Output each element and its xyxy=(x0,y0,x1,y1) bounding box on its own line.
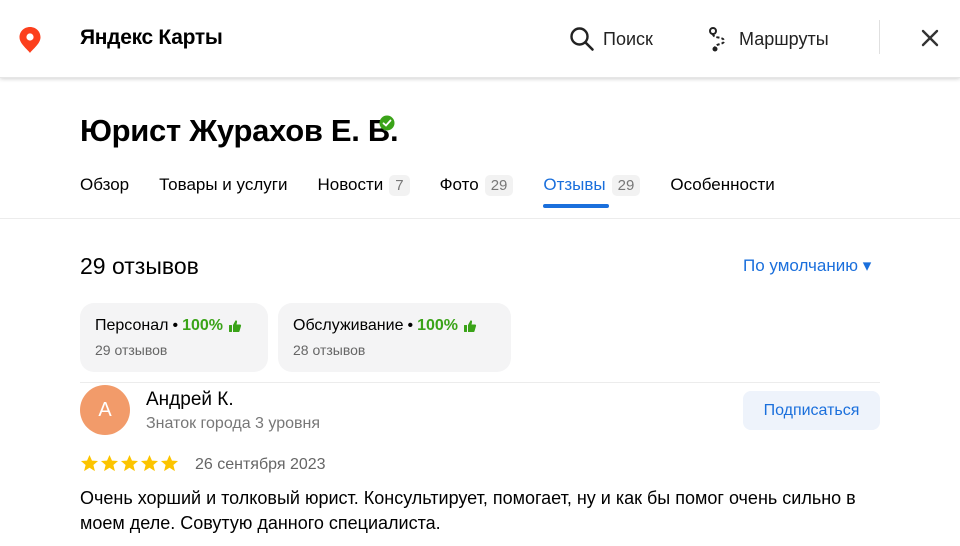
routes-label: Маршруты xyxy=(739,28,829,49)
sort-dropdown[interactable]: По умолчанию ▾ xyxy=(743,256,871,276)
aspect-line: Обслуживание • 100% xyxy=(293,317,496,335)
tab-label: Новости xyxy=(317,175,384,194)
subscribe-button[interactable]: Подписаться xyxy=(743,391,880,430)
verified-badge-icon xyxy=(379,115,395,131)
header-divider xyxy=(879,20,880,54)
search-label: Поиск xyxy=(603,28,653,49)
tab-photos[interactable]: Фото 29 xyxy=(440,171,514,199)
organization-title: Юрист Журахов Е. В. xyxy=(80,113,399,148)
map-pin-logo-icon[interactable] xyxy=(18,26,42,54)
tabs-bar: Обзор Товары и услуги Новости 7 Фото 29 … xyxy=(80,170,805,208)
review-text: Очень хорший и толковый юрист. Консульти… xyxy=(80,488,856,533)
tab-products-services[interactable]: Товары и услуги xyxy=(159,171,287,199)
thumbs-up-icon xyxy=(228,320,242,332)
rating-stars xyxy=(80,454,180,473)
tab-label: Фото xyxy=(439,175,479,194)
aspect-separator: • xyxy=(407,317,414,334)
tab-count-badge: 7 xyxy=(389,174,410,196)
tab-news[interactable]: Новости 7 xyxy=(317,171,410,199)
tab-features[interactable]: Особенности xyxy=(670,171,774,199)
tab-label: Отзывы xyxy=(543,175,606,194)
active-tab-indicator xyxy=(543,204,610,208)
section-divider xyxy=(80,382,880,383)
aspect-separator: • xyxy=(172,317,179,334)
aspect-card-staff[interactable]: Персонал • 100% 29 отзывов xyxy=(80,303,268,372)
aspect-percent: 100% xyxy=(417,317,459,334)
thumbs-up-icon xyxy=(464,320,477,332)
star-icon xyxy=(160,454,179,472)
star-icon xyxy=(80,454,99,472)
tab-count-badge: 29 xyxy=(484,174,514,196)
tab-overview[interactable]: Обзор xyxy=(80,171,129,199)
aspect-name: Обслуживание xyxy=(293,317,404,334)
tab-label: Особенности xyxy=(670,175,775,194)
top-header: Яндекс Карты Поиск Маршруты xyxy=(0,0,960,78)
avatar[interactable]: А xyxy=(80,385,130,435)
star-icon xyxy=(140,454,159,472)
tab-reviews[interactable]: Отзывы 29 xyxy=(543,171,641,208)
close-icon[interactable] xyxy=(917,25,943,51)
aspect-reviews-count: 28 отзывов xyxy=(293,342,366,358)
search-icon xyxy=(570,27,594,51)
review-author-level: Знаток города 3 уровня xyxy=(146,415,321,432)
route-icon xyxy=(709,27,726,52)
aspect-name: Персонал xyxy=(95,317,169,334)
tab-count-badge: 29 xyxy=(611,174,641,196)
star-icon xyxy=(100,454,119,472)
review-author-name[interactable]: Андрей К. xyxy=(146,389,234,411)
tab-label: Обзор xyxy=(80,175,130,194)
aspect-percent: 100% xyxy=(182,317,223,334)
aspect-card-service[interactable]: Обслуживание • 100% 28 отзывов xyxy=(278,303,511,372)
routes-button[interactable]: Маршруты xyxy=(707,24,829,54)
aspect-line: Персонал • 100% xyxy=(95,317,253,335)
aspect-reviews-count: 29 отзывов xyxy=(95,342,168,358)
brand-title[interactable]: Яндекс Карты xyxy=(80,26,223,50)
reviews-count-heading: 29 отзывов xyxy=(80,253,199,279)
review-date: 26 сентября 2023 xyxy=(195,456,326,473)
search-button[interactable]: Поиск xyxy=(569,24,653,54)
tab-label: Товары и услуги xyxy=(159,175,288,194)
tabs-divider xyxy=(0,218,960,219)
star-icon xyxy=(120,454,139,472)
